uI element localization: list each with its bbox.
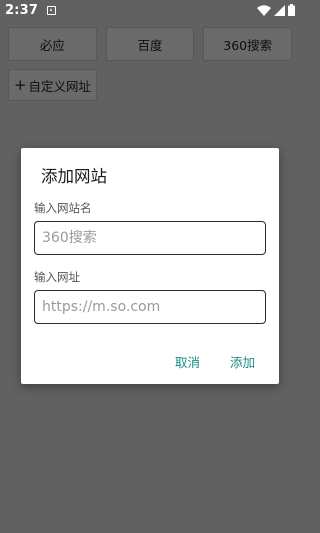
- engine-button-bing[interactable]: 必应: [8, 27, 97, 61]
- site-url-label: 输入网址: [34, 270, 80, 284]
- add-button[interactable]: 添加: [230, 352, 255, 371]
- status-icons: [257, 4, 295, 16]
- custom-url-label: 自定义网址: [28, 78, 92, 94]
- status-time: 2:37: [5, 2, 39, 18]
- engine-button-baidu[interactable]: 百度: [105, 27, 195, 61]
- add-site-dialog: 添加网站 输入网站名 输入网址 取消 添加: [21, 148, 279, 384]
- engine-button-360[interactable]: 360搜索: [203, 27, 293, 61]
- custom-url-button[interactable]: + 自定义网址: [8, 69, 97, 101]
- battery-icon: [288, 4, 295, 16]
- wifi-icon: [257, 4, 271, 16]
- notification-app-icon: [47, 5, 57, 15]
- cell-signal-icon: [274, 4, 285, 16]
- cancel-button[interactable]: 取消: [175, 352, 200, 371]
- site-url-input[interactable]: [34, 290, 266, 324]
- engine-button-row: 必应 百度 360搜索: [8, 27, 293, 61]
- site-name-label: 输入网站名: [34, 201, 92, 215]
- dialog-actions: 取消 添加: [175, 352, 255, 371]
- dialog-title: 添加网站: [41, 167, 107, 186]
- plus-icon: +: [13, 75, 27, 94]
- screen: 2:37 必应 百度 360搜索 + 自定义网址 添加网站 输入网站名 输入网址: [0, 0, 300, 533]
- status-bar: 2:37: [0, 0, 300, 20]
- site-name-input[interactable]: [34, 221, 266, 255]
